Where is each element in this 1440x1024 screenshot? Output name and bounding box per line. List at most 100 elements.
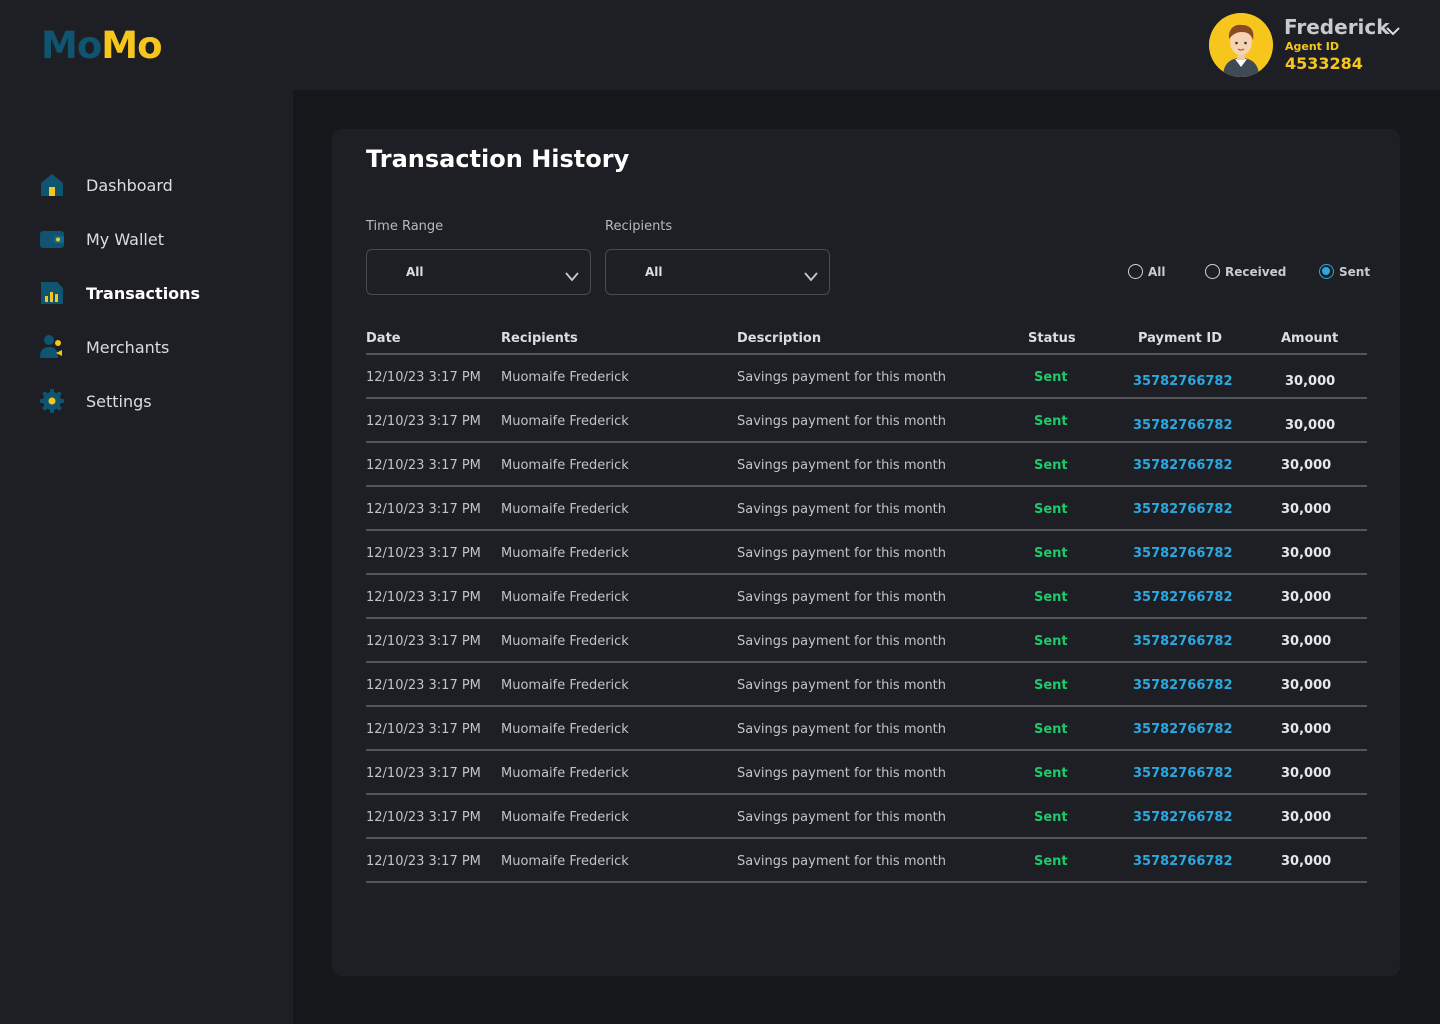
radio-label: All [1148,264,1166,279]
payment-id-link[interactable]: 35782766782 [1133,766,1233,781]
radio-circle-icon [1205,264,1220,279]
recipients-label: Recipients [605,219,673,234]
payment-id-link[interactable]: 35782766782 [1133,810,1233,825]
agent-id-value: 4533284 [1285,54,1363,73]
table-row[interactable]: 12/10/23 3:17 PM Muomaife Frederick Saving… [366,531,1367,575]
table-row[interactable]: 12/10/23 3:17 PM Muomaife Frederick Saving… [366,443,1367,487]
payment-id-link[interactable]: 35782766782 [1133,502,1233,517]
table-header: Date Recipients Description Status Payme… [366,325,1367,355]
radio-label: Received [1225,264,1287,279]
table-row[interactable]: 12/10/23 3:17 PM Muomaife Frederick Saving… [366,795,1367,839]
payment-id-link[interactable]: 35782766782 [1133,634,1233,649]
date-cell: 12/10/23 3:17 PM [366,634,481,649]
payment-id-link[interactable]: 35782766782 [1133,546,1233,561]
header-status[interactable]: Status [1028,331,1076,346]
table-body: 12/10/23 3:17 PM Muomaife Frederick Saving… [366,355,1367,883]
table-row[interactable]: 12/10/23 3:17 PM Muomaife Frederick Saving… [366,399,1367,443]
description-cell: Savings payment for this month [737,766,947,781]
user-menu[interactable]: Frederick Agent ID 4533284 [1209,13,1409,77]
logo[interactable]: MoMo [41,24,163,67]
date-cell: 12/10/23 3:17 PM [366,766,481,781]
transaction-history-card: Transaction History Time Range All Recip… [332,129,1400,976]
time-range-value: All [406,265,424,279]
payment-id-link[interactable]: 35782766782 [1133,374,1233,389]
table-row[interactable]: 12/10/23 3:17 PM Muomaife Frederick Saving… [366,487,1367,531]
avatar [1209,13,1273,77]
date-cell: 12/10/23 3:17 PM [366,678,481,693]
amount-cell: 30,000 [1281,766,1332,781]
date-cell: 12/10/23 3:17 PM [366,854,481,869]
payment-id-link[interactable]: 35782766782 [1133,458,1233,473]
table-row[interactable]: 12/10/23 3:17 PM Muomaife Frederick Saving… [366,707,1367,751]
sidebar-item-label: Settings [86,391,152,411]
sidebar-item-my-wallet[interactable]: My Wallet [38,224,278,254]
table-row[interactable]: 12/10/23 3:17 PM Muomaife Frederick Saving… [366,663,1367,707]
date-cell: 12/10/23 3:17 PM [366,590,481,605]
description-cell: Savings payment for this month [737,590,947,605]
transactions-icon [38,279,66,307]
amount-cell: 30,000 [1281,854,1332,869]
header-description[interactable]: Description [737,331,821,346]
description-cell: Savings payment for this month [737,678,947,693]
status-cell: Sent [1034,634,1068,649]
header-recipients[interactable]: Recipients [501,331,578,346]
payment-id-link[interactable]: 35782766782 [1133,590,1233,605]
payment-id-link[interactable]: 35782766782 [1133,722,1233,737]
radio-label: Sent [1339,264,1371,279]
recipient-cell: Muomaife Frederick [501,854,629,869]
settings-icon [38,387,66,415]
status-cell: Sent [1034,546,1068,561]
header-payment-id[interactable]: Payment ID [1138,331,1222,346]
table-row[interactable]: 12/10/23 3:17 PM Muomaife Frederick Saving… [366,751,1367,795]
recipients-select[interactable]: All [605,249,830,295]
sidebar-item-merchants[interactable]: Merchants [38,332,278,362]
table-row[interactable]: 12/10/23 3:17 PM Muomaife Frederick Saving… [366,575,1367,619]
logo-part-2: Mo [101,24,162,67]
recipient-cell: Muomaife Frederick [501,414,629,429]
time-range-select[interactable]: All [366,249,591,295]
recipient-cell: Muomaife Frederick [501,458,629,473]
status-cell: Sent [1034,502,1068,517]
radio-circle-icon [1128,264,1143,279]
description-cell: Savings payment for this month [737,370,947,385]
header-date[interactable]: Date [366,331,401,346]
status-cell: Sent [1034,722,1068,737]
recipient-cell: Muomaife Frederick [501,634,629,649]
transactions-table: Date Recipients Description Status Payme… [366,325,1367,883]
date-cell: 12/10/23 3:17 PM [366,458,481,473]
sidebar-item-label: Transactions [86,283,201,303]
description-cell: Savings payment for this month [737,458,947,473]
header-amount[interactable]: Amount [1281,331,1338,346]
amount-cell: 30,000 [1281,502,1332,517]
date-cell: 12/10/23 3:17 PM [366,546,481,561]
table-row[interactable]: 12/10/23 3:17 PM Muomaife Frederick Saving… [366,355,1367,399]
recipient-cell: Muomaife Frederick [501,502,629,517]
chevron-down-icon [564,267,580,286]
radio-sent[interactable]: Sent [1319,264,1370,279]
description-cell: Savings payment for this month [737,810,947,825]
status-cell: Sent [1034,854,1068,869]
sidebar-item-dashboard[interactable]: Dashboard [38,170,278,200]
payment-id-link[interactable]: 35782766782 [1133,418,1233,433]
recipient-cell: Muomaife Frederick [501,370,629,385]
payment-id-link[interactable]: 35782766782 [1133,678,1233,693]
sidebar-item-label: Dashboard [86,175,173,195]
sidebar-item-transactions[interactable]: Transactions [38,278,278,308]
status-cell: Sent [1034,810,1068,825]
recipient-cell: Muomaife Frederick [501,810,629,825]
recipient-cell: Muomaife Frederick [501,590,629,605]
radio-received[interactable]: Received [1205,264,1286,279]
chevron-down-icon[interactable] [1385,22,1401,41]
agent-id-label: Agent ID [1285,40,1339,53]
status-cell: Sent [1034,370,1068,385]
sidebar-item-settings[interactable]: Settings [38,386,278,416]
radio-all[interactable]: All [1128,264,1166,279]
table-row[interactable]: 12/10/23 3:17 PM Muomaife Frederick Saving… [366,619,1367,663]
table-row[interactable]: 12/10/23 3:17 PM Muomaife Frederick Saving… [366,839,1367,883]
status-cell: Sent [1034,414,1068,429]
chevron-down-icon [803,267,819,286]
sidebar-item-label: My Wallet [86,229,164,249]
page-title: Transaction History [366,145,630,173]
date-cell: 12/10/23 3:17 PM [366,502,481,517]
payment-id-link[interactable]: 35782766782 [1133,854,1233,869]
